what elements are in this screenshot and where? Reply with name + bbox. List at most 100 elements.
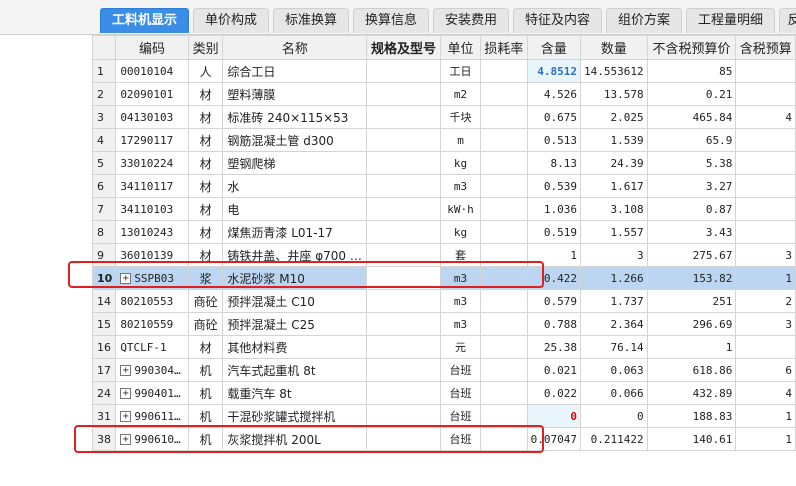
cell-spec[interactable] — [366, 197, 441, 221]
cell-unit[interactable]: kg — [439, 220, 482, 244]
expand-icon[interactable]: + — [120, 365, 132, 376]
col-spec[interactable]: 规格及型号 — [366, 35, 441, 60]
cell-loss[interactable] — [480, 151, 528, 175]
cell-content[interactable]: 1 — [526, 243, 582, 267]
cell-loss[interactable] — [480, 82, 528, 106]
cell-quantity[interactable]: 14.553612 — [580, 59, 648, 83]
cell-name[interactable]: 电 — [222, 197, 368, 221]
cell-loss[interactable] — [480, 381, 528, 405]
cell-unit[interactable]: 套 — [439, 243, 482, 267]
cell-spec[interactable] — [366, 289, 441, 313]
cell-price[interactable]: 3.27 — [646, 174, 737, 198]
table-row[interactable]: 5 33010224 材塑钢爬梯 kg 8.13 24.39 5.38 — [92, 151, 796, 175]
table-row[interactable]: 9 36010139 材铸铁井盖、井座 φ700 … 套 1 3 275.67 3 — [92, 243, 796, 267]
cell-name[interactable]: 预拌混凝土 C10 — [222, 289, 368, 313]
row-number[interactable]: 38 — [92, 427, 117, 451]
cell-taxprice[interactable] — [735, 220, 796, 244]
cell-content[interactable]: 0.422 — [526, 266, 582, 290]
cell-price[interactable]: 140.61 — [646, 427, 737, 451]
cell-unit[interactable]: m3 — [439, 174, 482, 198]
tab-features[interactable]: 特征及内容 — [513, 8, 602, 33]
cell-name[interactable]: 铸铁井盖、井座 φ700 … — [222, 243, 368, 267]
cell-taxprice[interactable]: 1 — [735, 266, 796, 290]
cell-quantity[interactable]: 1.557 — [580, 220, 648, 244]
cell-loss[interactable] — [480, 289, 528, 313]
cell-loss[interactable] — [480, 105, 528, 129]
cell-content[interactable]: 0.513 — [526, 128, 582, 152]
cell-unit[interactable]: 台班 — [439, 404, 482, 428]
cell-taxprice[interactable]: 4 — [735, 105, 796, 129]
cell-name[interactable]: 水泥砂浆 M10 — [222, 266, 368, 290]
cell-unit[interactable]: m — [439, 128, 482, 152]
row-number[interactable]: 15 — [92, 312, 117, 336]
cell-unit[interactable]: m3 — [439, 289, 482, 313]
cell-spec[interactable] — [366, 151, 441, 175]
cell-loss[interactable] — [480, 59, 528, 83]
cell-type[interactable]: 材 — [187, 220, 224, 244]
cell-spec[interactable] — [366, 427, 441, 451]
cell-code[interactable]: 34110103 — [115, 197, 189, 221]
cell-price[interactable]: 153.82 — [646, 266, 737, 290]
cell-quantity[interactable]: 0.211422 — [580, 427, 648, 451]
cell-type[interactable]: 商砼 — [187, 312, 224, 336]
cell-price[interactable]: 432.89 — [646, 381, 737, 405]
cell-taxprice[interactable] — [735, 128, 796, 152]
cell-type[interactable]: 机 — [187, 381, 224, 405]
cell-quantity[interactable]: 2.364 — [580, 312, 648, 336]
cell-name[interactable]: 煤焦沥青漆 L01-17 — [222, 220, 368, 244]
table-row[interactable]: 1 00010104 人综合工日 工日 4.8512 14.553612 85 — [92, 59, 796, 83]
cell-unit[interactable]: 千块 — [439, 105, 482, 129]
table-row[interactable]: 24 +990401… 机载重汽车 8t 台班 0.022 0.066 432.89 4 — [92, 381, 796, 405]
table-row[interactable]: 31 +990611… 机干混砂浆罐式搅拌机 台班 0 0 188.83 1 — [92, 404, 796, 428]
cell-unit[interactable]: 台班 — [439, 427, 482, 451]
cell-taxprice[interactable] — [735, 151, 796, 175]
cell-content[interactable]: 0.675 — [526, 105, 582, 129]
cell-content[interactable]: 0 — [526, 404, 582, 428]
row-number[interactable]: 3 — [92, 105, 117, 129]
cell-loss[interactable] — [480, 404, 528, 428]
cell-spec[interactable] — [366, 335, 441, 359]
tab-pricing-plan[interactable]: 组价方案 — [606, 8, 682, 33]
cell-type[interactable]: 材 — [187, 82, 224, 106]
row-number[interactable]: 2 — [92, 82, 117, 106]
cell-code[interactable]: + SSPB03 — [115, 266, 189, 290]
cell-code[interactable]: +990304… — [115, 358, 189, 382]
cell-spec[interactable] — [366, 404, 441, 428]
cell-taxprice[interactable] — [735, 82, 796, 106]
row-number[interactable]: 14 — [92, 289, 117, 313]
cell-spec[interactable] — [366, 266, 441, 290]
cell-spec[interactable] — [366, 174, 441, 198]
cell-unit[interactable]: m3 — [439, 266, 482, 290]
row-number[interactable]: 5 — [92, 151, 117, 175]
cell-quantity[interactable]: 1.737 — [580, 289, 648, 313]
expand-icon[interactable]: + — [120, 388, 132, 399]
col-quantity[interactable]: 数量 — [580, 35, 648, 60]
row-number[interactable]: 8 — [92, 220, 117, 244]
tab-conversion-info[interactable]: 换算信息 — [353, 8, 429, 33]
cell-content[interactable]: 1.036 — [526, 197, 582, 221]
cell-loss[interactable] — [480, 427, 528, 451]
col-unit[interactable]: 单位 — [439, 35, 482, 60]
cell-unit[interactable]: m3 — [439, 312, 482, 336]
cell-type[interactable]: 机 — [187, 427, 224, 451]
cell-taxprice[interactable] — [735, 59, 796, 83]
cell-quantity[interactable]: 1.266 — [580, 266, 648, 290]
expand-icon[interactable]: + — [120, 434, 132, 445]
cell-type[interactable]: 人 — [187, 59, 224, 83]
row-number[interactable]: 24 — [92, 381, 117, 405]
row-number[interactable]: 6 — [92, 174, 117, 198]
cell-name[interactable]: 载重汽车 8t — [222, 381, 368, 405]
col-type[interactable]: 类别 — [187, 35, 224, 60]
cell-name[interactable]: 塑钢爬梯 — [222, 151, 368, 175]
cell-content[interactable]: 8.13 — [526, 151, 582, 175]
cell-content[interactable]: 0.021 — [526, 358, 582, 382]
cell-code[interactable]: 00010104 — [115, 59, 189, 83]
cell-type[interactable]: 材 — [187, 128, 224, 152]
tab-overflow[interactable]: 反 — [779, 8, 796, 33]
cell-quantity[interactable]: 2.025 — [580, 105, 648, 129]
cell-content[interactable]: 0.07047 — [526, 427, 582, 451]
cell-type[interactable]: 商砼 — [187, 289, 224, 313]
cell-loss[interactable] — [480, 197, 528, 221]
expand-icon[interactable]: + — [120, 411, 132, 422]
cell-quantity[interactable]: 0.063 — [580, 358, 648, 382]
